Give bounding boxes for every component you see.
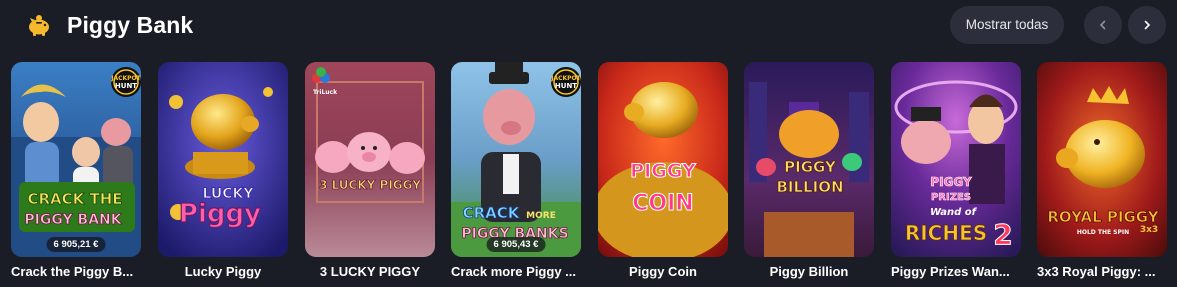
- svg-text:3 LUCKY PIGGY: 3 LUCKY PIGGY: [319, 178, 421, 192]
- game-thumbnail: LUCKY Piggy: [158, 62, 288, 257]
- game-thumbnail: TriLuck 3 LUCKY PIGGY: [305, 62, 435, 257]
- chevron-right-icon: [1144, 20, 1151, 30]
- svg-text:HOLD THE SPIN: HOLD THE SPIN: [1077, 229, 1129, 236]
- svg-text:PIGGY: PIGGY: [784, 158, 837, 176]
- svg-text:Piggy: Piggy: [179, 199, 261, 229]
- svg-text:CRACK THE: CRACK THE: [27, 190, 122, 208]
- carousel-prev-button[interactable]: [1084, 6, 1122, 44]
- game-title[interactable]: 3 LUCKY PIGGY: [305, 264, 435, 280]
- game-tile-3-lucky-piggy[interactable]: TriLuck 3 LUCKY PIGGY: [305, 62, 435, 257]
- svg-text:BILLION: BILLION: [776, 178, 843, 196]
- svg-text:PRIZES: PRIZES: [931, 192, 971, 203]
- game-thumbnail: JACKPOT HUNT CRACK MORE PIGGY BANKS: [451, 62, 581, 257]
- svg-text:Wand of: Wand of: [930, 207, 978, 218]
- chevron-left-icon: [1099, 20, 1106, 30]
- section-header: Piggy Bank Mostrar todas: [0, 0, 1177, 52]
- game-title[interactable]: Crack the Piggy B...: [11, 264, 141, 280]
- game-title[interactable]: Piggy Coin: [598, 264, 728, 280]
- jackpot-amount: 6 905,43 €: [486, 237, 546, 252]
- svg-text:PIGGY: PIGGY: [930, 175, 972, 189]
- game-tile-piggy-prizes-wand-of-riches[interactable]: PIGGY PRIZES Wand of RICHES 2: [891, 62, 1021, 257]
- svg-text:JACKPOT: JACKPOT: [550, 75, 581, 82]
- game-thumbnail: JACKPOT HUNT CRACK THE PIGGY BANK: [11, 62, 141, 257]
- game-thumbnail: ROYAL PIGGY HOLD THE SPIN 3x3: [1037, 62, 1167, 257]
- game-tile-crack-more-piggy-banks[interactable]: JACKPOT HUNT CRACK MORE PIGGY BANKS 6 90…: [451, 62, 581, 257]
- svg-text:3x3: 3x3: [1140, 225, 1158, 235]
- show-all-button[interactable]: Mostrar todas: [950, 6, 1064, 44]
- svg-text:ROYAL PIGGY: ROYAL PIGGY: [1047, 208, 1159, 226]
- svg-text:MORE: MORE: [526, 211, 556, 221]
- game-tile-lucky-piggy[interactable]: LUCKY Piggy: [158, 62, 288, 257]
- carousel-next-button[interactable]: [1128, 6, 1166, 44]
- svg-text:HUNT: HUNT: [115, 82, 137, 90]
- game-title[interactable]: Piggy Billion: [744, 264, 874, 280]
- game-tile-3x3-royal-piggy[interactable]: ROYAL PIGGY HOLD THE SPIN 3x3: [1037, 62, 1167, 257]
- game-title[interactable]: Lucky Piggy: [158, 264, 288, 280]
- piggy-bank-icon: [26, 12, 52, 38]
- svg-text:RICHES: RICHES: [905, 221, 987, 245]
- game-thumbnail: PIGGY COIN: [598, 62, 728, 257]
- svg-text:PIGGY: PIGGY: [630, 160, 696, 182]
- svg-text:JACKPOT: JACKPOT: [110, 75, 141, 82]
- svg-text:PIGGY BANK: PIGGY BANK: [24, 212, 122, 228]
- game-title[interactable]: Crack more Piggy ...: [451, 264, 581, 280]
- game-tile-crack-the-piggy-bank[interactable]: JACKPOT HUNT CRACK THE PIGGY BANK 6 905,…: [11, 62, 141, 257]
- game-thumbnail: PIGGY PRIZES Wand of RICHES 2: [891, 62, 1021, 257]
- svg-text:2: 2: [993, 218, 1012, 251]
- jackpot-amount: 6 905,21 €: [46, 237, 106, 252]
- game-tile-piggy-billion[interactable]: PIGGY BILLION: [744, 62, 874, 257]
- provider-logo: TriLuck: [313, 89, 338, 96]
- svg-text:HUNT: HUNT: [555, 82, 577, 90]
- svg-text:COIN: COIN: [632, 191, 693, 216]
- game-thumbnail: PIGGY BILLION: [744, 62, 874, 257]
- game-title[interactable]: 3x3 Royal Piggy: ...: [1037, 264, 1167, 280]
- svg-text:CRACK: CRACK: [463, 204, 521, 222]
- game-tile-piggy-coin[interactable]: PIGGY COIN: [598, 62, 728, 257]
- section-title: Piggy Bank: [67, 12, 194, 38]
- game-title[interactable]: Piggy Prizes Wan...: [891, 264, 1021, 280]
